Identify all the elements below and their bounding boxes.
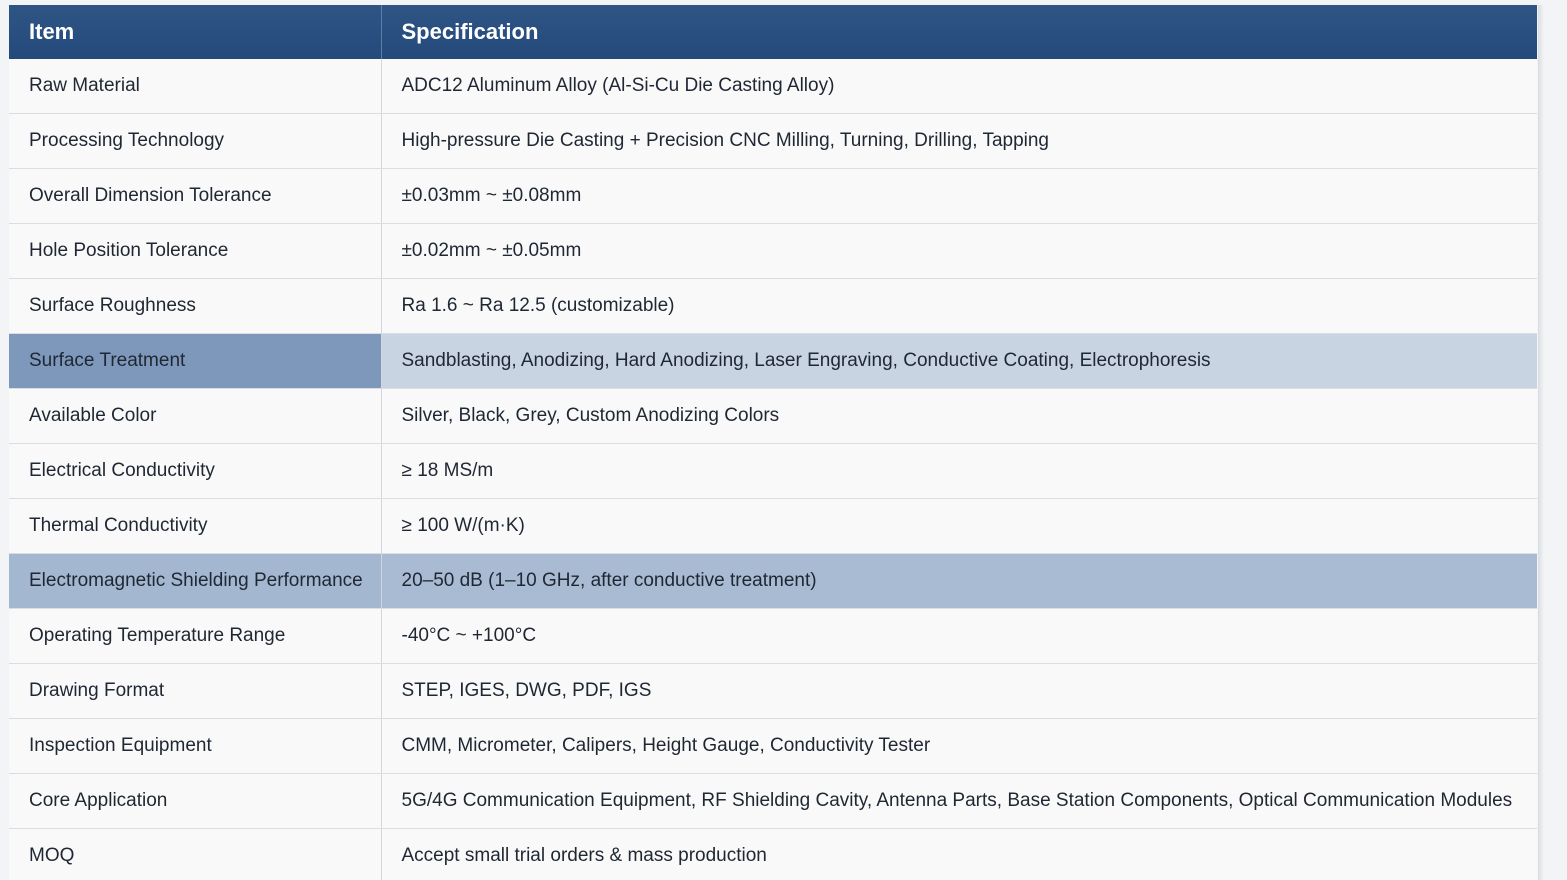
table-row: MOQ Accept small trial orders & mass pro…: [9, 828, 1537, 880]
table-row: Raw Material ADC12 Aluminum Alloy (Al-Si…: [9, 59, 1537, 114]
row-item: Available Color: [9, 388, 382, 444]
table-row: Surface Roughness Ra 1.6 ~ Ra 12.5 (cust…: [9, 278, 1537, 334]
row-spec: High-pressure Die Casting + Precision CN…: [381, 113, 1537, 169]
row-item: Hole Position Tolerance: [9, 223, 382, 279]
row-spec: ≥ 100 W/(m·K): [381, 498, 1537, 554]
row-item: Surface Roughness: [9, 278, 382, 334]
table-row: Hole Position Tolerance ±0.02mm ~ ±0.05m…: [9, 223, 1537, 279]
header-specification: Specification: [381, 5, 1537, 59]
table-row: Drawing Format STEP, IGES, DWG, PDF, IGS: [9, 663, 1537, 719]
row-spec: CMM, Micrometer, Calipers, Height Gauge,…: [381, 718, 1537, 774]
table-row: Core Application 5G/4G Communication Equ…: [9, 773, 1537, 829]
row-spec: ±0.02mm ~ ±0.05mm: [381, 223, 1537, 279]
row-item: Processing Technology: [9, 113, 382, 169]
row-item: Electromagnetic Shielding Performance: [9, 553, 382, 609]
header-item: Item: [9, 5, 382, 59]
row-spec: STEP, IGES, DWG, PDF, IGS: [381, 663, 1537, 719]
table-row: Processing Technology High-pressure Die …: [9, 113, 1537, 169]
table-edge-shadow: [1538, 5, 1544, 880]
row-item: Thermal Conductivity: [9, 498, 382, 554]
table-row: Electrical Conductivity ≥ 18 MS/m: [9, 443, 1537, 499]
page: Item Specification Raw Material ADC12 Al…: [0, 0, 1567, 880]
specification-table: Item Specification Raw Material ADC12 Al…: [9, 5, 1537, 880]
row-spec: Accept small trial orders & mass product…: [381, 828, 1537, 880]
table-row: Inspection Equipment CMM, Micrometer, Ca…: [9, 718, 1537, 774]
row-spec: 5G/4G Communication Equipment, RF Shield…: [381, 773, 1537, 829]
row-item: Surface Treatment: [9, 333, 382, 389]
row-spec: -40°C ~ +100°C: [381, 608, 1537, 664]
row-item: Overall Dimension Tolerance: [9, 168, 382, 224]
row-item: Core Application: [9, 773, 382, 829]
table-row: Thermal Conductivity ≥ 100 W/(m·K): [9, 498, 1537, 554]
row-spec: ±0.03mm ~ ±0.08mm: [381, 168, 1537, 224]
row-spec: ADC12 Aluminum Alloy (Al-Si-Cu Die Casti…: [381, 59, 1537, 114]
row-spec: ≥ 18 MS/m: [381, 443, 1537, 499]
row-item: Electrical Conductivity: [9, 443, 382, 499]
row-spec: Sandblasting, Anodizing, Hard Anodizing,…: [381, 333, 1537, 389]
table-header-row: Item Specification: [9, 5, 1537, 59]
row-item: Operating Temperature Range: [9, 608, 382, 664]
table-row: Available Color Silver, Black, Grey, Cus…: [9, 388, 1537, 444]
row-spec: 20–50 dB (1–10 GHz, after conductive tre…: [381, 553, 1537, 609]
table-row-highlighted: Surface Treatment Sandblasting, Anodizin…: [9, 333, 1537, 389]
table-row: Overall Dimension Tolerance ±0.03mm ~ ±0…: [9, 168, 1537, 224]
row-item: Inspection Equipment: [9, 718, 382, 774]
row-item: Raw Material: [9, 59, 382, 114]
table-row: Operating Temperature Range -40°C ~ +100…: [9, 608, 1537, 664]
row-spec: Ra 1.6 ~ Ra 12.5 (customizable): [381, 278, 1537, 334]
table-row-highlighted: Electromagnetic Shielding Performance 20…: [9, 553, 1537, 609]
row-spec: Silver, Black, Grey, Custom Anodizing Co…: [381, 388, 1537, 444]
row-item: MOQ: [9, 828, 382, 880]
row-item: Drawing Format: [9, 663, 382, 719]
